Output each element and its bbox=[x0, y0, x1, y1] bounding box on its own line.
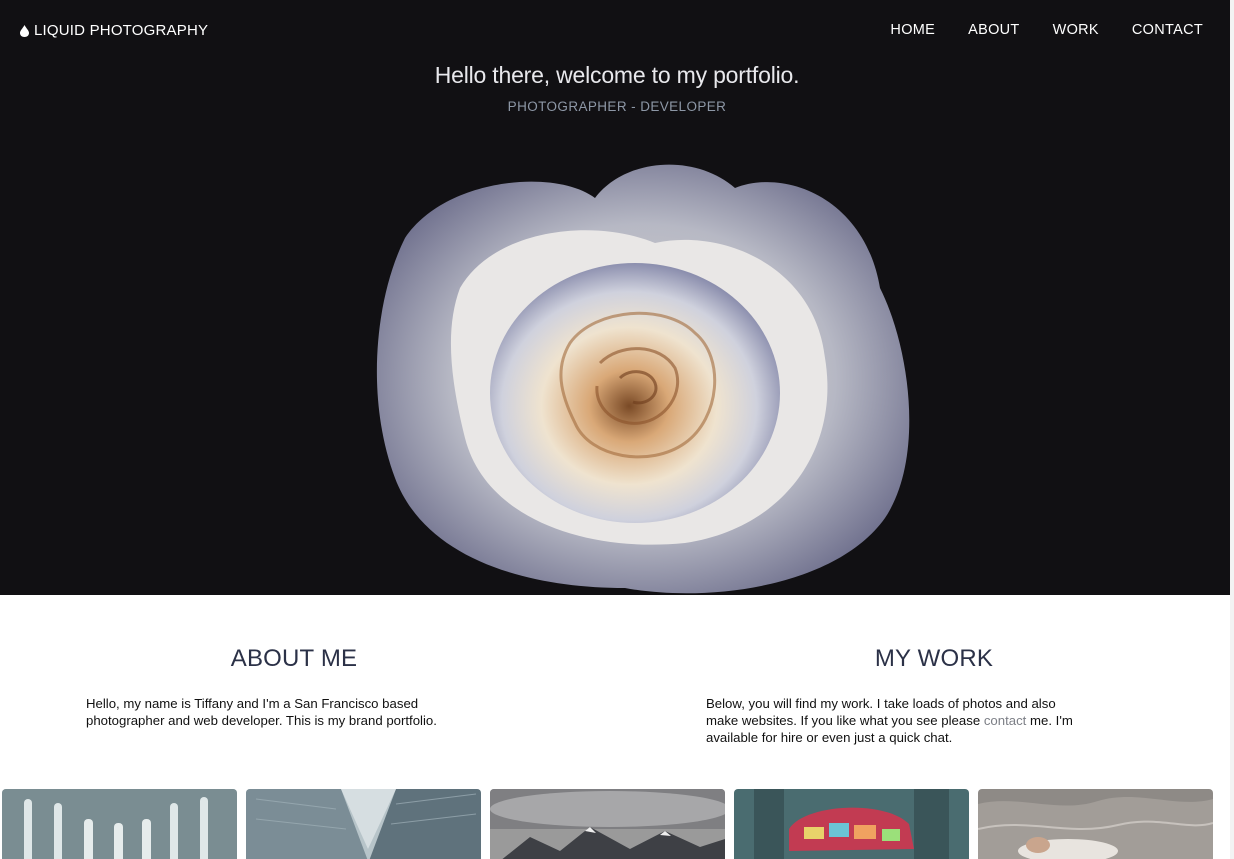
neon-sign-image bbox=[734, 789, 969, 859]
cathedral-image bbox=[2, 789, 237, 859]
nav-work[interactable]: WORK bbox=[1053, 22, 1099, 38]
work-text: Below, you will find my work. I take loa… bbox=[706, 695, 1091, 747]
contact-link[interactable]: contact bbox=[984, 713, 1027, 728]
nav-contact[interactable]: CONTACT bbox=[1132, 22, 1203, 38]
brand-name: LIQUID PHOTOGRAPHY bbox=[34, 22, 209, 39]
brand-logo[interactable]: LIQUID PHOTOGRAPHY bbox=[20, 22, 208, 39]
mountains-image bbox=[490, 789, 725, 859]
scrollbar[interactable] bbox=[1230, 0, 1234, 859]
top-navbar: LIQUID PHOTOGRAPHY HOME ABOUT WORK CONTA… bbox=[0, 0, 1234, 62]
gallery-photo-mountains[interactable] bbox=[490, 789, 725, 859]
gallery-photo-buildings[interactable] bbox=[246, 789, 481, 859]
about-text: Hello, my name is Tiffany and I'm a San … bbox=[86, 696, 437, 729]
nav-home[interactable]: HOME bbox=[890, 22, 935, 38]
about-title: ABOUT ME bbox=[230, 645, 358, 672]
hero-title: Hello there, welcome to my portfolio. bbox=[434, 62, 800, 88]
buildings-image bbox=[246, 789, 481, 859]
hero-subtitle: PHOTOGRAPHER - DEVELOPER bbox=[507, 99, 727, 114]
hero-section: LIQUID PHOTOGRAPHY HOME ABOUT WORK CONTA… bbox=[0, 0, 1234, 595]
rose-photo bbox=[376, 164, 910, 594]
nav-links: HOME ABOUT WORK CONTACT bbox=[890, 22, 1203, 38]
gallery-photo-cathedral[interactable] bbox=[2, 789, 237, 859]
water-drop-icon bbox=[20, 24, 29, 37]
work-title: MY WORK bbox=[874, 645, 994, 672]
nav-about[interactable]: ABOUT bbox=[968, 22, 1019, 38]
gallery-photo-water[interactable] bbox=[978, 789, 1213, 859]
gallery-photo-neon-sign[interactable] bbox=[734, 789, 969, 859]
portfolio-gallery bbox=[0, 789, 1234, 859]
water-image bbox=[978, 789, 1213, 859]
